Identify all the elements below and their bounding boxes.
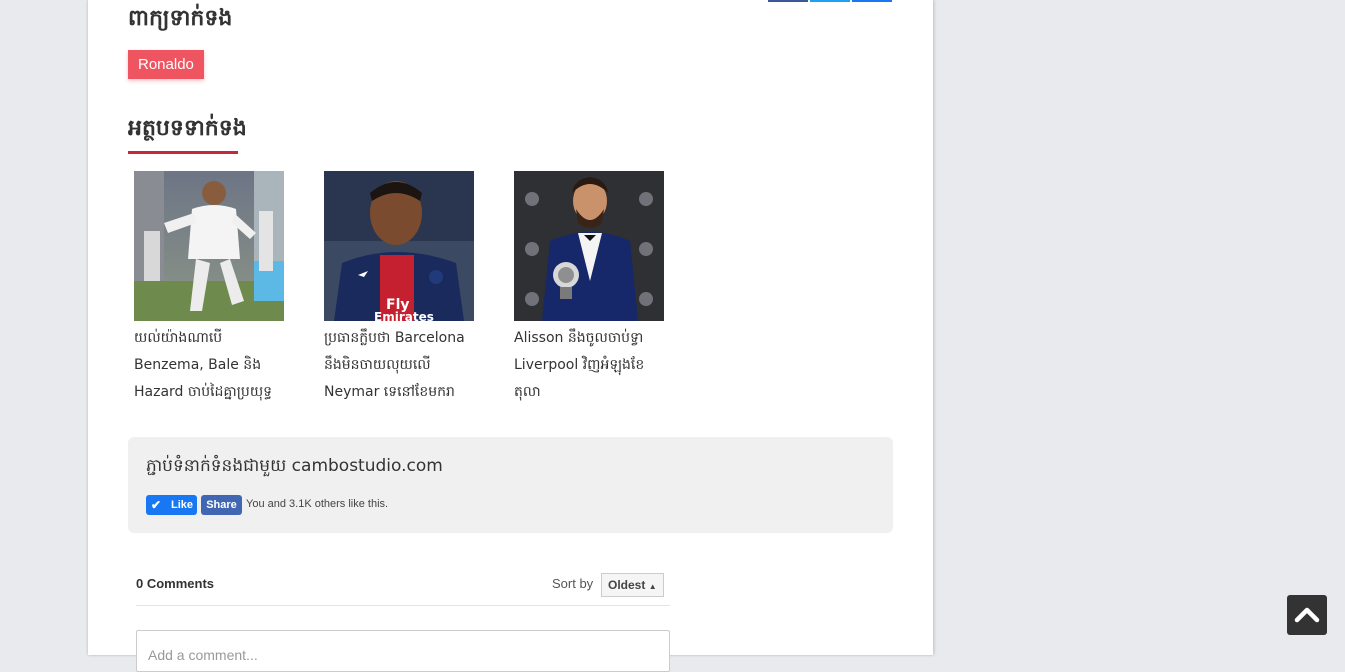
sort-by-label: Sort by — [552, 576, 594, 591]
related-articles-heading: អត្ថបទទាក់ទង — [128, 116, 247, 141]
caption-line: Benzema, Bale និង — [134, 357, 262, 373]
related-article-card[interactable]: Fly Emirates ប្រធានក្លឹបថា Barcelona នឹង… — [324, 171, 474, 406]
facebook-like-button[interactable]: ✔ Like — [146, 495, 197, 515]
like-label: Like — [171, 499, 194, 511]
caption-line: យល់យ៉ាងណាបើ — [134, 330, 223, 346]
twitter-share-button[interactable] — [810, 0, 850, 2]
article-caption[interactable]: ប្រធានក្លឹបថា Barcelona នឹងមិនចាយលុយលើ N… — [324, 325, 484, 406]
article-caption[interactable]: យល់យ៉ាងណាបើ Benzema, Bale និង Hazard ចាប… — [134, 325, 294, 406]
facebook-box-title: ភ្ជាប់ទំនាក់ទំនងជាមួយ cambostudio.com — [146, 456, 443, 476]
facebook-share-page-button[interactable]: Share — [201, 495, 242, 515]
comments-header: 0 Comments Sort by Oldest ▲︎ — [136, 567, 670, 606]
article-caption[interactable]: Alisson នឹងចូលចាប់ទ្វា Liverpool វិញអំឡុ… — [514, 325, 674, 406]
caption-line: Hazard ចាប់ដៃគ្នាប្រយុទ្ធ — [134, 384, 273, 400]
article-thumbnail-neymar[interactable]: Fly Emirates — [324, 171, 474, 321]
article-thumbnail-alisson[interactable] — [514, 171, 664, 321]
sort-arrows-icon: ▲︎ — [648, 582, 657, 591]
tags-heading: ពាក្យទាក់ទង — [128, 6, 233, 31]
chevron-up-icon — [1294, 607, 1320, 623]
tag-ronaldo[interactable]: Ronaldo — [128, 50, 204, 79]
sort-value: Oldest — [608, 578, 646, 592]
article-container: ពាក្យទាក់ទង Ronaldo អត្ថបទទាក់ទង យល់យ៉ាង… — [88, 0, 933, 672]
caption-line: Alisson នឹងចូលចាប់ទ្វា — [514, 330, 644, 346]
caption-line: Neymar ទេនៅខែមករា — [324, 384, 455, 400]
back-to-top-button[interactable] — [1287, 595, 1327, 635]
comment-placeholder: Add a comment... — [148, 647, 258, 663]
sort-select[interactable]: Oldest ▲︎ — [601, 573, 664, 597]
article-thumbnail-benzema[interactable] — [134, 171, 284, 321]
facebook-page-box: ភ្ជាប់ទំនាក់ទំនងជាមួយ cambostudio.com ✔ … — [128, 437, 893, 533]
caption-line: នឹងមិនចាយលុយលើ — [324, 357, 431, 373]
heading-underline — [128, 151, 238, 154]
caption-line: ប្រធានក្លឹបថា Barcelona — [324, 330, 465, 346]
related-article-card[interactable]: Alisson នឹងចូលចាប់ទ្វា Liverpool វិញអំឡុ… — [514, 171, 664, 406]
comment-input[interactable]: Add a comment... — [136, 630, 670, 672]
related-article-card[interactable]: យល់យ៉ាងណាបើ Benzema, Bale និង Hazard ចាប… — [134, 171, 284, 406]
check-icon: ✔ — [151, 498, 162, 512]
messenger-share-button[interactable] — [852, 0, 892, 2]
caption-line: តុលា — [514, 384, 541, 400]
facebook-share-button[interactable] — [768, 0, 808, 2]
caption-line: Liverpool វិញអំឡុងខែ — [514, 357, 645, 373]
comments-count: 0 Comments — [136, 576, 215, 591]
svg-text:Emirates: Emirates — [374, 310, 434, 321]
like-count-text: You and 3.1K others like this. — [246, 498, 389, 510]
